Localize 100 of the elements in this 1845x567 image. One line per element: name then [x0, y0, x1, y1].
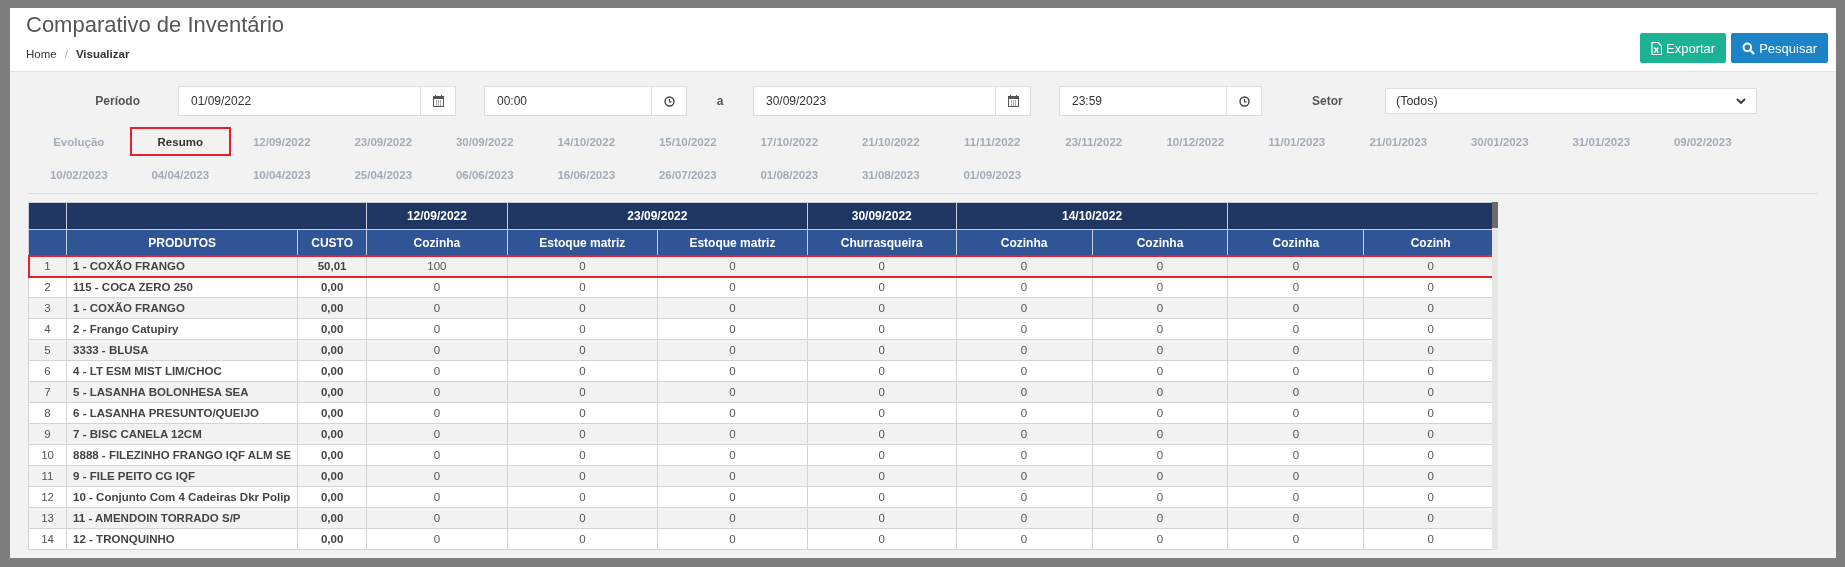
table-cell: 2 - Frango Catupiry	[66, 318, 298, 340]
end-time-field[interactable]: 23:59	[1059, 86, 1262, 116]
row-number: 3	[28, 297, 67, 319]
page-title: Comparativo de Inventário	[26, 12, 285, 38]
row-number: 9	[28, 423, 67, 445]
table-cell: 9 - FILE PEITO CG IQF	[66, 465, 298, 487]
tab[interactable]: 21/01/2023	[1347, 127, 1449, 156]
column-group-header: 23/09/2022	[507, 202, 808, 230]
start-date-field[interactable]: 01/09/2022	[178, 86, 456, 116]
tab[interactable]: 25/04/2023	[332, 160, 434, 189]
tab[interactable]: 21/10/2022	[840, 127, 942, 156]
row-number: 2	[28, 276, 67, 298]
table-header-cell	[28, 229, 67, 256]
tab[interactable]: 09/02/2023	[1652, 127, 1754, 156]
column-header: Cozinha	[366, 229, 508, 256]
column-header: Cozinha	[1092, 229, 1228, 256]
table-cell: 1 - COXÃO FRANGO	[66, 255, 298, 277]
tab[interactable]: 04/04/2023	[129, 160, 231, 189]
row-number: 12	[28, 486, 67, 508]
table-cell: 1 - COXÃO FRANGO	[66, 297, 298, 319]
table-cell: 8888 - FILEZINHO FRANGO IQF ALM SE	[66, 444, 298, 466]
spreadsheet-file-icon	[1651, 41, 1663, 55]
breadcrumb-current: Visualizar	[75, 48, 130, 60]
table-cell: 0	[1092, 255, 1228, 277]
column-header: Cozinha	[1227, 229, 1364, 256]
column-group-header: 14/10/2022	[956, 202, 1228, 230]
table-cell: 0	[1227, 255, 1364, 277]
tab[interactable]: 26/07/2023	[637, 160, 739, 189]
export-button[interactable]: Exportar	[1640, 33, 1727, 63]
tab[interactable]: 06/06/2023	[434, 160, 536, 189]
end-date-field[interactable]: 30/09/2023	[753, 86, 1031, 116]
row-number: 4	[28, 318, 67, 340]
tab[interactable]: 10/12/2022	[1144, 127, 1246, 156]
table-cell: 6 - LASANHA PRESUNTO/QUEIJO	[66, 402, 298, 424]
table-header-cell	[28, 202, 67, 230]
table-cell: 0	[657, 255, 808, 277]
column-header: Churrasqueira	[807, 229, 957, 256]
clock-icon	[663, 95, 675, 107]
range-separator: a	[715, 94, 725, 108]
table-cell: 0	[807, 255, 957, 277]
tab[interactable]: 30/09/2022	[434, 127, 536, 156]
row-number: 1	[28, 255, 67, 277]
table-cell: 10 - Conjunto Com 4 Cadeiras Dkr Polip	[66, 486, 298, 508]
tab[interactable]: 15/10/2022	[637, 127, 739, 156]
tab[interactable]: 16/06/2023	[535, 160, 637, 189]
scrollbar-thumb[interactable]	[1492, 202, 1498, 228]
calendar-icon	[432, 95, 444, 107]
tab[interactable]: 11/11/2022	[941, 127, 1043, 156]
table-cell: 50,01	[297, 255, 367, 277]
table-cell: 100	[366, 255, 508, 277]
tab[interactable]: 14/10/2022	[535, 127, 637, 156]
row-number: 10	[28, 444, 67, 466]
tab[interactable]: 23/11/2022	[1043, 127, 1145, 156]
table-cell: 0	[507, 255, 658, 277]
table-cell: 11 - AMENDOIN TORRADO S/P	[66, 507, 298, 529]
tab[interactable]: 01/09/2023	[941, 160, 1043, 189]
tab[interactable]: Evolução	[28, 127, 130, 156]
sector-dropdown[interactable]: (Todos)	[1385, 88, 1757, 114]
row-number: 8	[28, 402, 67, 424]
table-cell: 12 - TRONQUINHO	[66, 528, 298, 550]
tab[interactable]: 30/01/2023	[1449, 127, 1551, 156]
tab[interactable]: 31/01/2023	[1550, 127, 1652, 156]
search-icon	[1742, 41, 1756, 55]
table-cell: 4 - LT ESM MIST LIM/CHOC	[66, 360, 298, 382]
tab[interactable]: 23/09/2022	[332, 127, 434, 156]
row-number: 7	[28, 381, 67, 403]
column-header: Estoque matriz	[657, 229, 808, 256]
row-number: 11	[28, 465, 67, 487]
table-cell: 3333 - BLUSA	[66, 339, 298, 361]
row-number: 14	[28, 528, 67, 550]
scrollbar[interactable]	[1492, 202, 1498, 550]
breadcrumb-separator: /	[64, 48, 68, 60]
tab[interactable]: 11/01/2023	[1246, 127, 1348, 156]
table-cell: 115 - COCA ZERO 250	[66, 276, 298, 298]
table-cell: 5 - LASANHA BOLONHESA SEA	[66, 381, 298, 403]
sector-label: Setor	[1312, 94, 1344, 108]
table-cell: 7 - BISC CANELA 12CM	[66, 423, 298, 445]
column-group-header: 12/09/2022	[366, 202, 508, 230]
row-number: 6	[28, 360, 67, 382]
tab[interactable]: Resumo	[129, 127, 231, 156]
column-header: PRODUTOS	[66, 229, 298, 256]
tab[interactable]: 31/08/2023	[840, 160, 942, 189]
row-number: 5	[28, 339, 67, 361]
tab[interactable]: 10/02/2023	[28, 160, 130, 189]
table-cell: 0	[956, 255, 1093, 277]
calendar-icon	[1007, 95, 1019, 107]
breadcrumb-link[interactable]: Home	[26, 48, 57, 60]
column-group-header: 30/09/2022	[807, 202, 957, 230]
column-header: Cozinha	[956, 229, 1093, 256]
chevron-down-icon	[1736, 97, 1746, 105]
column-header: Estoque matriz	[507, 229, 658, 256]
period-label: Período	[94, 94, 140, 108]
clock-icon	[1238, 95, 1250, 107]
search-button[interactable]: Pesquisar	[1731, 33, 1828, 63]
row-number: 13	[28, 507, 67, 529]
start-time-field[interactable]: 00:00	[484, 86, 687, 116]
tab[interactable]: 12/09/2022	[231, 127, 333, 156]
tab[interactable]: 17/10/2022	[738, 127, 840, 156]
tab[interactable]: 10/04/2023	[231, 160, 333, 189]
tab[interactable]: 01/08/2023	[738, 160, 840, 189]
